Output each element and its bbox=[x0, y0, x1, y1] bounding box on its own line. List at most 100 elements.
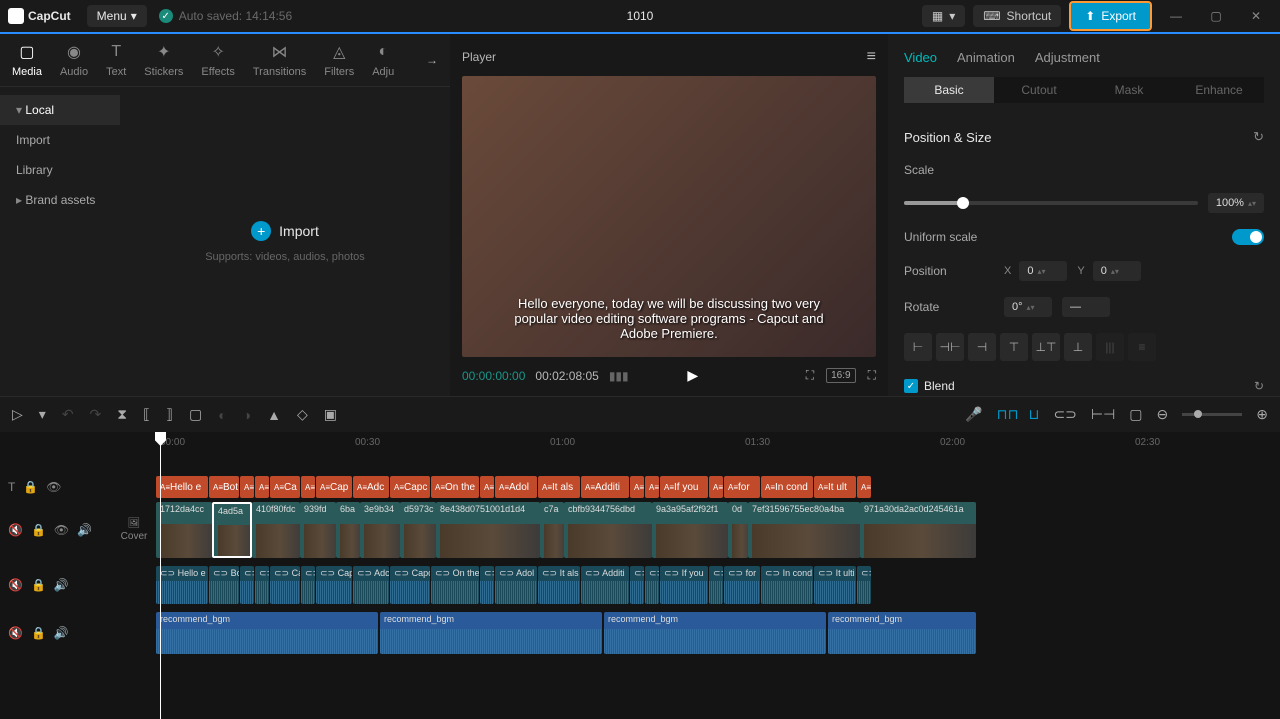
speaker-icon[interactable]: 🔊 bbox=[54, 578, 69, 592]
reset-icon[interactable]: ↻ bbox=[1253, 129, 1264, 145]
video-clip[interactable]: 939fd bbox=[300, 502, 336, 558]
text-clip[interactable]: A≡ Cap bbox=[316, 476, 352, 498]
rotate-reset[interactable]: — bbox=[1062, 297, 1110, 317]
shortcut-button[interactable]: ⌨ Shortcut bbox=[973, 5, 1061, 27]
align-top-button[interactable]: ⊤ bbox=[1000, 333, 1028, 361]
video-clip[interactable]: 8e438d0751001d1d4 bbox=[436, 502, 540, 558]
video-clip[interactable]: 9a3a95af2f92f1 bbox=[652, 502, 728, 558]
nav-tab-filters[interactable]: ◬Filters bbox=[324, 42, 354, 78]
align-bottom-button[interactable]: ⊥ bbox=[1064, 333, 1092, 361]
link-button[interactable]: ⊂⊃ bbox=[1053, 406, 1076, 423]
sub-tab-mask[interactable]: Mask bbox=[1084, 77, 1174, 103]
eye-icon[interactable]: 👁 bbox=[46, 480, 61, 494]
nav-tab-stickers[interactable]: ✦Stickers bbox=[144, 42, 183, 78]
magnet-button[interactable]: ⊔ bbox=[1029, 406, 1040, 423]
uniform-scale-toggle[interactable] bbox=[1232, 229, 1264, 245]
menu-button[interactable]: Menu ▾ bbox=[87, 5, 147, 27]
nav-tab-media[interactable]: ▢Media bbox=[12, 42, 42, 78]
bgm-clip[interactable]: recommend_bgm bbox=[156, 612, 378, 654]
video-clip[interactable]: 410f80fdc bbox=[252, 502, 300, 558]
rotate-input[interactable]: 0°▴▾ bbox=[1004, 297, 1052, 317]
nav-more-button[interactable]: → bbox=[426, 53, 438, 67]
text-clip[interactable]: A≡ S bbox=[630, 476, 644, 498]
stepper-icon[interactable]: ▴▾ bbox=[1248, 199, 1256, 208]
aspect-ratio-badge[interactable]: 16:9 bbox=[826, 368, 855, 383]
text-clip[interactable]: A≡ Ca bbox=[270, 476, 300, 498]
inspector-tab-video[interactable]: Video bbox=[904, 50, 937, 65]
close-button[interactable]: ✕ bbox=[1240, 4, 1272, 28]
text-clip[interactable]: A≡ It ult bbox=[814, 476, 856, 498]
minimize-button[interactable]: — bbox=[1160, 4, 1192, 28]
zoom-fit-button[interactable]: ⊕ bbox=[1256, 406, 1268, 423]
audio-clip[interactable]: ⊂⊃ Hello e bbox=[156, 566, 208, 604]
scale-value[interactable]: 100% ▴▾ bbox=[1208, 193, 1264, 213]
nav-tab-adjustment[interactable]: ◐Adju bbox=[372, 42, 394, 78]
lock-icon[interactable]: 🔒 bbox=[31, 523, 46, 537]
video-clip[interactable]: 1712da4cc bbox=[156, 502, 212, 558]
eye-icon[interactable]: 👁 bbox=[54, 523, 69, 537]
sub-tab-basic[interactable]: Basic bbox=[904, 77, 994, 103]
sub-tab-enhance[interactable]: Enhance bbox=[1174, 77, 1264, 103]
text-clip[interactable]: A≡ Additi bbox=[581, 476, 629, 498]
text-clip[interactable]: A≡ C bbox=[709, 476, 723, 498]
audio-clip[interactable]: ⊂⊃ S bbox=[240, 566, 254, 604]
mute-icon[interactable]: 🔇 bbox=[8, 626, 23, 640]
zoom-slider[interactable] bbox=[1182, 413, 1242, 416]
text-clip[interactable]: A≡ bbox=[645, 476, 659, 498]
select-tool[interactable]: ▷ bbox=[12, 406, 23, 423]
audio-clip[interactable]: ⊂⊃ bbox=[255, 566, 269, 604]
maximize-button[interactable]: ▢ bbox=[1200, 4, 1232, 28]
audio-clip[interactable]: ⊂⊃ Additi bbox=[581, 566, 629, 604]
rotate-button[interactable]: ◇ bbox=[297, 406, 308, 423]
sidebar-item-library[interactable]: Library bbox=[0, 155, 120, 185]
delete-button[interactable]: ▢ bbox=[189, 406, 202, 423]
text-clip[interactable]: A≡ Adc bbox=[353, 476, 389, 498]
nav-tab-text[interactable]: TText bbox=[106, 42, 126, 78]
text-clip[interactable]: A≡ for bbox=[724, 476, 760, 498]
nav-tab-effects[interactable]: ✧Effects bbox=[201, 42, 234, 78]
lock-icon[interactable]: 🔒 bbox=[23, 480, 38, 494]
crop-button[interactable]: ▣ bbox=[324, 406, 337, 423]
audio-clip[interactable]: ⊂⊃ It als bbox=[538, 566, 580, 604]
text-clip[interactable]: A≡ bbox=[857, 476, 871, 498]
timeline-ruler[interactable]: 00:0000:3001:0001:3002:0002:30 bbox=[0, 432, 1280, 452]
mic-button[interactable]: 🎤 bbox=[965, 406, 982, 423]
align-center-h-button[interactable]: ⊣⊢ bbox=[936, 333, 964, 361]
video-clip[interactable]: 0d bbox=[728, 502, 748, 558]
audio-clip[interactable]: ⊂⊃ bbox=[645, 566, 659, 604]
mirror-button[interactable]: ▲ bbox=[267, 407, 281, 423]
audio-clip[interactable]: ⊂⊃ Adc bbox=[353, 566, 389, 604]
audio-clip[interactable]: ⊂⊃ In cond bbox=[761, 566, 813, 604]
scan-icon[interactable]: ⛶ bbox=[806, 368, 814, 383]
bgm-clip[interactable]: recommend_bgm bbox=[828, 612, 976, 654]
mute-icon[interactable]: 🔇 bbox=[8, 523, 23, 537]
playhead[interactable] bbox=[160, 432, 161, 719]
text-clip[interactable]: A≡ bbox=[255, 476, 269, 498]
blend-checkbox[interactable]: ✓ bbox=[904, 379, 918, 393]
magnet-on-button[interactable]: ⊓⊓ bbox=[997, 406, 1019, 423]
position-x-input[interactable]: 0▴▾ bbox=[1019, 261, 1067, 281]
quality-icon[interactable]: ▮▮▮ bbox=[609, 369, 629, 383]
video-clip[interactable]: 7ef31596755ec80a4ba bbox=[748, 502, 860, 558]
bgm-clip[interactable]: recommend_bgm bbox=[380, 612, 602, 654]
audio-clip[interactable]: ⊂⊃ bbox=[480, 566, 494, 604]
preview-viewport[interactable]: Hello everyone, today we will be discuss… bbox=[462, 76, 876, 357]
audio-clip[interactable]: ⊂⊃ S bbox=[630, 566, 644, 604]
lock-icon[interactable]: 🔒 bbox=[31, 626, 46, 640]
select-dropdown[interactable]: ▾ bbox=[39, 406, 46, 423]
video-clip[interactable]: 6ba bbox=[336, 502, 360, 558]
text-clip[interactable]: A≡ Adol bbox=[495, 476, 537, 498]
audio-clip[interactable]: ⊂⊃ Adol bbox=[495, 566, 537, 604]
audio-clip[interactable]: ⊂⊃ C bbox=[709, 566, 723, 604]
player-menu-icon[interactable]: ≡ bbox=[867, 48, 876, 66]
mute-icon[interactable]: 🔇 bbox=[8, 578, 23, 592]
audio-clip[interactable]: ⊂⊃ Ca bbox=[270, 566, 300, 604]
align-center-v-button[interactable]: ⊥⊤ bbox=[1032, 333, 1060, 361]
text-clip[interactable]: A≡ If you bbox=[660, 476, 708, 498]
speaker-icon[interactable]: 🔊 bbox=[77, 523, 92, 537]
audio-clip[interactable]: ⊂⊃ On the bbox=[431, 566, 479, 604]
redo-button[interactable]: ↷ bbox=[90, 406, 102, 423]
zoom-out-button[interactable]: ⊖ bbox=[1157, 406, 1169, 423]
video-clip[interactable]: cbfb9344756dbd bbox=[564, 502, 652, 558]
video-clip[interactable]: 4ad5a bbox=[212, 502, 252, 558]
